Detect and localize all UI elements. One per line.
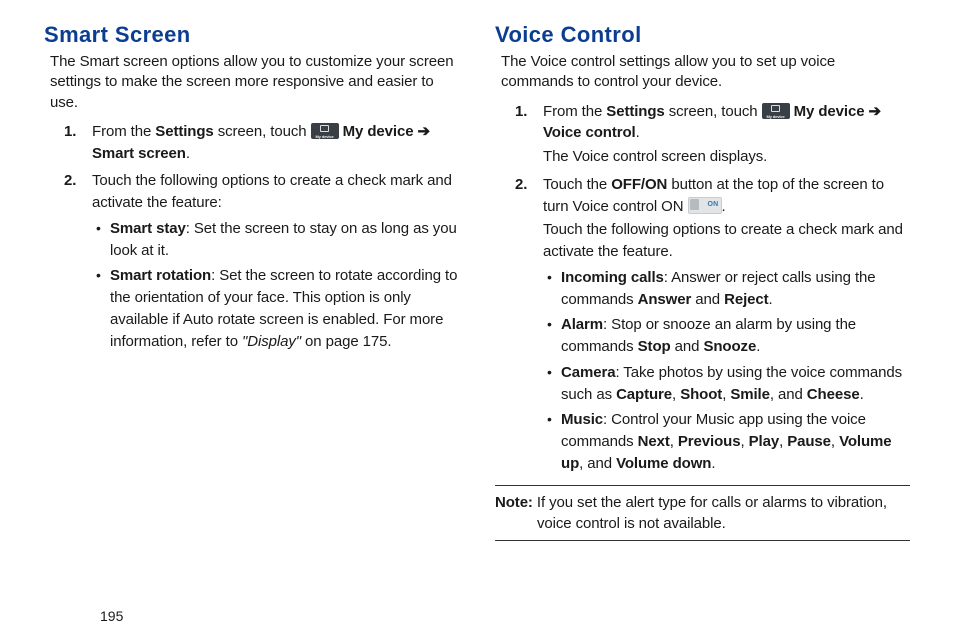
heading-voice-control: Voice Control <box>495 22 910 48</box>
my-device-icon <box>311 123 339 139</box>
arrow-icon: ➔ <box>413 123 430 140</box>
cmd: Answer <box>638 291 692 308</box>
text: . <box>711 455 715 472</box>
text: screen, touch <box>214 123 311 140</box>
text: , <box>831 433 839 450</box>
text: screen, touch <box>665 103 762 120</box>
intro-smart-screen: The Smart screen options allow you to cu… <box>50 52 459 113</box>
step-1-after: The Voice control screen displays. <box>543 146 910 168</box>
settings-label: Settings <box>606 103 664 120</box>
cmd: Pause <box>787 433 831 450</box>
text: on page 175. <box>301 333 391 350</box>
text: and <box>671 338 704 355</box>
text: , <box>672 386 680 403</box>
off-on-label: OFF/ON <box>611 176 667 193</box>
cmd: Previous <box>678 433 741 450</box>
column-left: Smart Screen The Smart screen options al… <box>44 22 459 598</box>
bullets-voice-control: Incoming calls: Answer or reject calls u… <box>543 267 910 475</box>
bullets-smart-screen: Smart stay: Set the screen to stay on as… <box>92 218 459 353</box>
text: From the <box>92 123 155 140</box>
text: . <box>860 386 864 403</box>
manual-page: Smart Screen The Smart screen options al… <box>0 0 954 636</box>
bullet-music: Music: Control your Music app using the … <box>545 409 910 474</box>
note-label: Note: <box>495 494 533 511</box>
voice-control-label: Voice control <box>543 124 636 141</box>
note-text: If you set the alert type for calls or a… <box>533 494 887 532</box>
intro-voice-control: The Voice control settings allow you to … <box>501 52 910 93</box>
text: . <box>722 198 726 215</box>
steps-voice-control: From the Settings screen, touch My devic… <box>495 101 910 475</box>
page-number: 195 <box>44 608 910 624</box>
label: Smart rotation <box>110 267 211 284</box>
cmd: Smile <box>730 386 770 403</box>
bullet-camera: Camera: Take photos by using the voice c… <box>545 362 910 406</box>
my-device-icon <box>762 103 790 119</box>
step-2: Touch the OFF/ON button at the top of th… <box>515 174 910 475</box>
smart-screen-label: Smart screen <box>92 145 186 162</box>
text: From the <box>543 103 606 120</box>
step-2: Touch the following options to create a … <box>64 170 459 352</box>
cmd: Stop <box>638 338 671 355</box>
note: Note: If you set the alert type for call… <box>495 492 910 534</box>
heading-smart-screen: Smart Screen <box>44 22 459 48</box>
text: and <box>691 291 724 308</box>
step-2-p2: Touch the following options to create a … <box>543 219 910 263</box>
on-toggle-icon <box>688 197 722 214</box>
text: Touch the <box>543 176 611 193</box>
steps-smart-screen: From the Settings screen, touch My devic… <box>44 121 459 353</box>
column-right: Voice Control The Voice control settings… <box>495 22 910 598</box>
text: , and <box>579 455 616 472</box>
arrow-icon: ➔ <box>864 103 881 120</box>
settings-label: Settings <box>155 123 213 140</box>
cmd: Play <box>749 433 779 450</box>
note-block: Note: If you set the alert type for call… <box>495 485 910 541</box>
text: . <box>769 291 773 308</box>
bullet-incoming-calls: Incoming calls: Answer or reject calls u… <box>545 267 910 311</box>
cmd: Reject <box>724 291 768 308</box>
text: . <box>186 145 190 162</box>
cmd: Volume down <box>616 455 711 472</box>
text: , <box>670 433 678 450</box>
my-device-label: My device <box>794 103 865 120</box>
text: Touch the following options to create a … <box>92 172 452 211</box>
cmd: Cheese <box>807 386 860 403</box>
bullet-alarm: Alarm: Stop or snooze an alarm by using … <box>545 314 910 358</box>
bullet-smart-stay: Smart stay: Set the screen to stay on as… <box>94 218 459 262</box>
display-ref: "Display" <box>242 333 301 350</box>
text: . <box>756 338 760 355</box>
cmd: Snooze <box>703 338 756 355</box>
text: . <box>636 124 640 141</box>
label: Alarm <box>561 316 603 333</box>
bullet-smart-rotation: Smart rotation: Set the screen to rotate… <box>94 265 459 352</box>
label: Incoming calls <box>561 269 664 286</box>
label: Smart stay <box>110 220 186 237</box>
my-device-label: My device <box>343 123 414 140</box>
cmd: Shoot <box>680 386 722 403</box>
cmd: Next <box>638 433 670 450</box>
cmd: Capture <box>616 386 672 403</box>
step-1: From the Settings screen, touch My devic… <box>64 121 459 165</box>
text: , <box>779 433 787 450</box>
columns: Smart Screen The Smart screen options al… <box>44 22 910 598</box>
text: , <box>740 433 748 450</box>
step-1: From the Settings screen, touch My devic… <box>515 101 910 168</box>
label: Camera <box>561 364 615 381</box>
text: , and <box>770 386 807 403</box>
label: Music <box>561 411 603 428</box>
